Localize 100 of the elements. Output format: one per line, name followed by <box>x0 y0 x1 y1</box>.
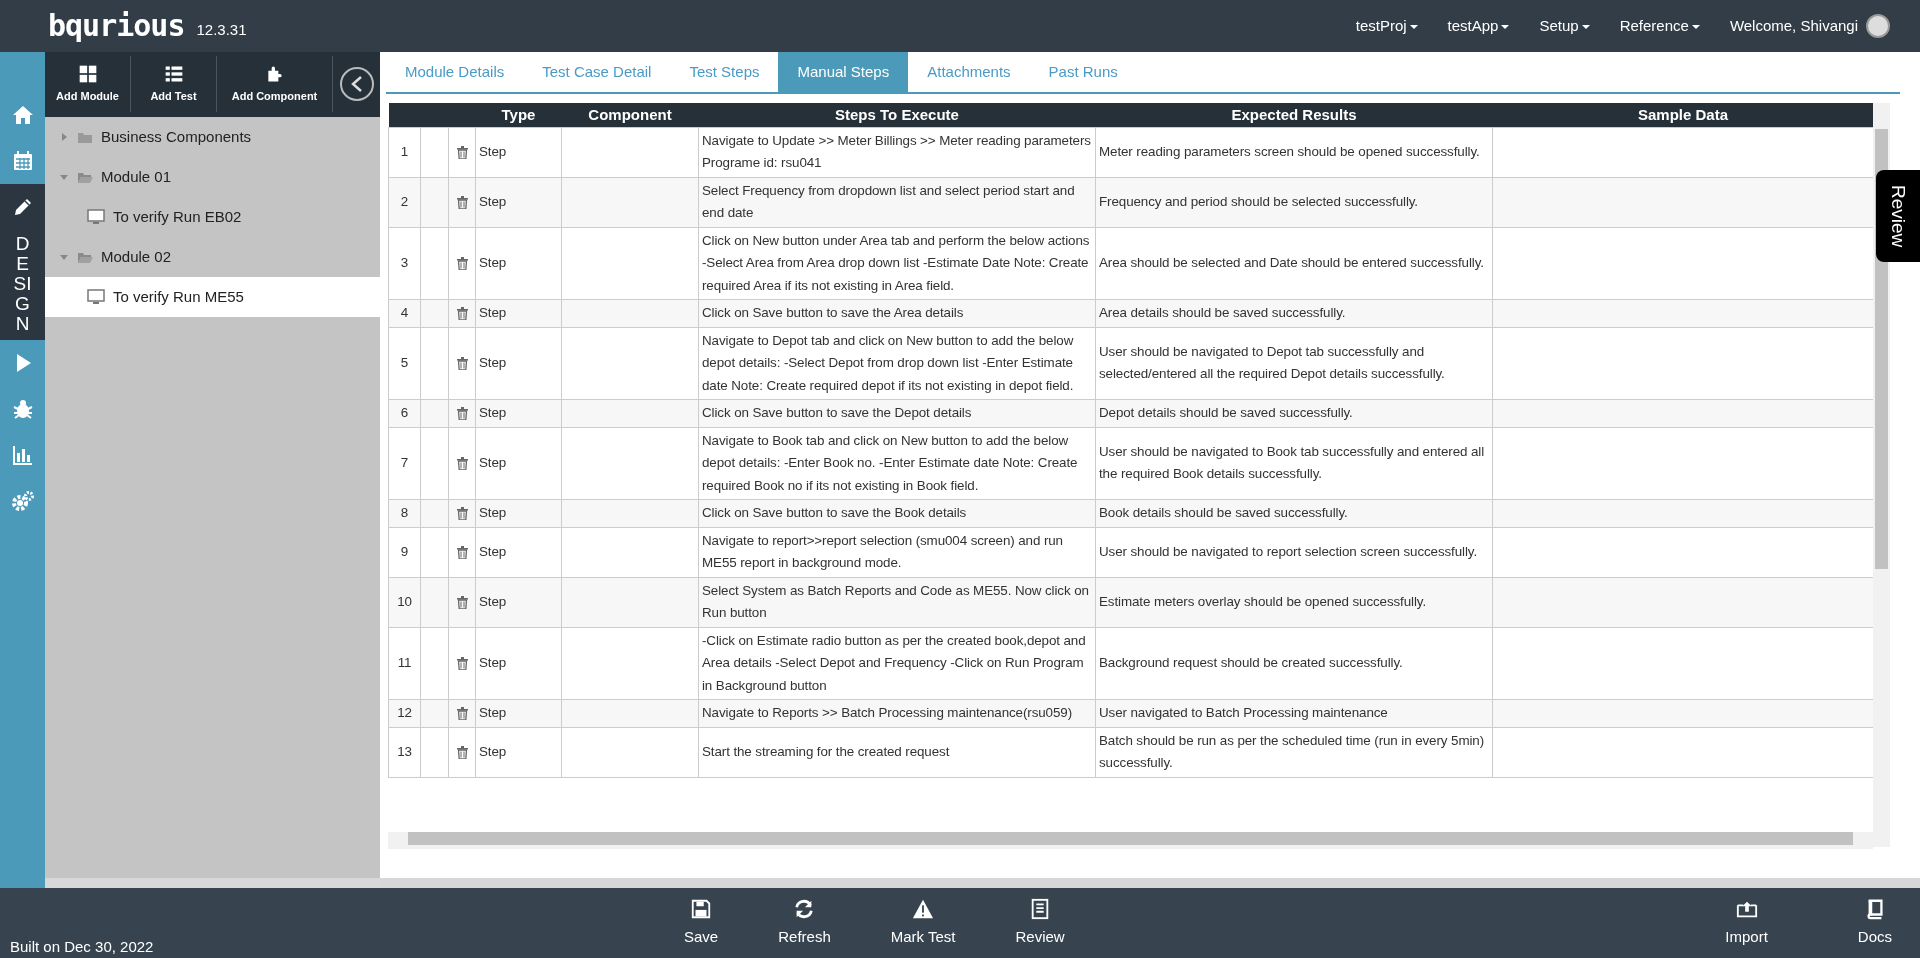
menu-dropdown[interactable]: testProj <box>1355 14 1418 38</box>
table-cell: -Click on Estimate radio button as per the created book,depot and Area details -Select Depot and Frequency -Click on Run Program in Background button <box>698 627 1096 700</box>
table-cell: User should be navigated to report selection screen successfully. <box>1095 527 1493 578</box>
row-number: 9 <box>388 527 421 578</box>
row-number: 3 <box>388 227 421 300</box>
tree-test-item[interactable]: To verify Run ME55 <box>45 277 380 317</box>
horizontal-scrollbar[interactable] <box>45 878 380 888</box>
toolbar-button[interactable]: Add Module <box>45 56 131 112</box>
table-cell: Book details should be saved successfully. <box>1095 499 1493 528</box>
grid-icon <box>77 63 98 84</box>
chevron-left-icon <box>349 75 364 93</box>
row-number: 6 <box>388 399 421 428</box>
table-cell: User should be navigated to Book tab successfully and entered all the required Book details successfully. <box>1095 427 1493 500</box>
refresh-icon <box>793 897 816 920</box>
table-cell: Step <box>475 577 562 628</box>
footer-button[interactable]: Review <box>1009 896 1071 950</box>
folder-icon <box>77 250 93 264</box>
table-cell: Navigate to Depot tab and click on New button to add the below depot details: -Select Depot from drop down list -Enter Estimate date Note: Create required depot if its not existing in depot field. <box>698 327 1096 400</box>
footer-button[interactable]: Import <box>1719 896 1774 950</box>
toolbar-button[interactable]: Add Component <box>217 56 333 112</box>
footer-button[interactable]: Refresh <box>772 896 837 950</box>
table-cell: Estimate meters overlay should be opened successfully. <box>1095 577 1493 628</box>
row-number: 5 <box>388 327 421 400</box>
gears-icon[interactable] <box>10 488 35 513</box>
table-cell: Click on New button under Area tab and perform the below actions -Select Area from Area drop down list -Estimate Date Note: Create required Area if its not existing in Area field. <box>698 227 1096 300</box>
trash-icon[interactable] <box>456 507 468 521</box>
logo: bqurious <box>48 11 185 41</box>
row-number: 11 <box>388 627 421 700</box>
footer-button[interactable]: Mark Test <box>884 896 962 950</box>
trash-icon[interactable] <box>456 657 468 671</box>
trash-icon[interactable] <box>456 407 468 421</box>
table-cell: Navigate to Update >> Meter Billings >> Meter reading parameters Programe id: rsu041 <box>698 127 1096 178</box>
trash-icon[interactable] <box>456 707 468 721</box>
tree-test-item[interactable]: To verify Run EB02 <box>45 197 380 237</box>
folder-icon <box>77 130 93 144</box>
trash-icon[interactable] <box>456 257 468 271</box>
table-cell: Step <box>475 527 562 578</box>
tree-folder-item[interactable]: Module 02 <box>45 237 380 277</box>
table-cell: Meter reading parameters screen should be opened successfully. <box>1095 127 1493 178</box>
collapse-button[interactable] <box>339 67 374 101</box>
table-cell: Step <box>475 227 562 300</box>
menu-dropdown[interactable]: Reference <box>1619 14 1700 38</box>
trash-icon[interactable] <box>456 545 468 559</box>
table-cell: Navigate to Book tab and click on New button to add the below depot details: -Enter Book no. -Enter Estimate date Note: Create required Book no if its not existing in Book field. <box>698 427 1096 500</box>
table-cell: User navigated to Batch Processing maintenance <box>1095 699 1493 728</box>
table-cell: Start the streaming for the created request <box>698 727 1096 778</box>
vertical-scrollbar[interactable] <box>1873 103 1890 847</box>
trash-icon[interactable] <box>456 457 468 471</box>
monitor-icon <box>87 209 105 225</box>
folder-icon <box>77 170 93 184</box>
menu-dropdown[interactable]: Setup <box>1539 14 1590 38</box>
row-number: 1 <box>388 127 421 178</box>
trash-icon[interactable] <box>456 195 468 209</box>
table-cell: Click on Save button to save the Depot details <box>698 399 1096 428</box>
table-cell: Step <box>475 727 562 778</box>
column-header[interactable]: Steps To Execute <box>698 103 1096 127</box>
table-cell: Select System as Batch Reports and Code as ME55. Now click on Run button <box>698 577 1096 628</box>
footer-button[interactable]: Docs <box>1851 896 1898 950</box>
table-cell: Click on Save button to save the Book details <box>698 499 1096 528</box>
review-side-tab[interactable]: Review <box>1876 170 1920 262</box>
trash-icon[interactable] <box>456 145 468 159</box>
table-cell: Step <box>475 327 562 400</box>
table-cell: Step <box>475 177 562 228</box>
toolbar-button[interactable]: Add Test <box>131 56 217 112</box>
trash-icon[interactable] <box>456 307 468 321</box>
tree-folder-item[interactable]: Business Components <box>45 117 380 157</box>
row-number: 4 <box>388 299 421 328</box>
table-cell: Navigate to report>>report selection (smu004 screen) and run ME55 report in background mode. <box>698 527 1096 578</box>
table-cell: Area should be selected and Date should be entered successfully. <box>1095 227 1493 300</box>
avatar-icon[interactable] <box>1866 14 1890 38</box>
table-cell: Background request should be created successfully. <box>1095 627 1493 700</box>
row-number: 10 <box>388 577 421 628</box>
column-header[interactable]: Expected Results <box>1095 103 1493 127</box>
monitor-icon <box>87 289 105 305</box>
table-cell: Depot details should be saved successfully. <box>1095 399 1493 428</box>
design-nav-item[interactable]: DESIGN <box>0 184 45 340</box>
footer-button[interactable]: Save <box>678 896 725 950</box>
trash-icon[interactable] <box>456 596 468 609</box>
build-date-label: Built on Dec 30, 2022 <box>10 936 154 957</box>
table-cell: Frequency and period should be selected successfully. <box>1095 177 1493 228</box>
row-number: 2 <box>388 177 421 228</box>
row-number: 7 <box>388 427 421 500</box>
horizontal-scrollbar[interactable] <box>388 832 1873 849</box>
column-header[interactable]: Component <box>561 103 699 127</box>
menu-dropdown[interactable]: testApp <box>1447 14 1510 38</box>
table-cell: Select Frequency from dropdown list and select period start and end date <box>698 177 1096 228</box>
column-header[interactable]: Type <box>475 103 562 127</box>
table-cell: Step <box>475 127 562 178</box>
welcome-text: Welcome, Shivangi <box>1729 15 1858 36</box>
trash-icon[interactable] <box>456 357 468 371</box>
table-cell: Step <box>475 299 562 328</box>
table-cell: Step <box>475 699 562 728</box>
table-cell: Step <box>475 499 562 528</box>
column-header[interactable]: Sample Data <box>1492 103 1874 127</box>
table-cell: Step <box>475 399 562 428</box>
tree-folder-item[interactable]: Module 01 <box>45 157 380 197</box>
design-label: DESIGN <box>12 232 33 336</box>
table-cell: Step <box>475 427 562 500</box>
row-number: 12 <box>388 699 421 728</box>
trash-icon[interactable] <box>456 746 468 760</box>
